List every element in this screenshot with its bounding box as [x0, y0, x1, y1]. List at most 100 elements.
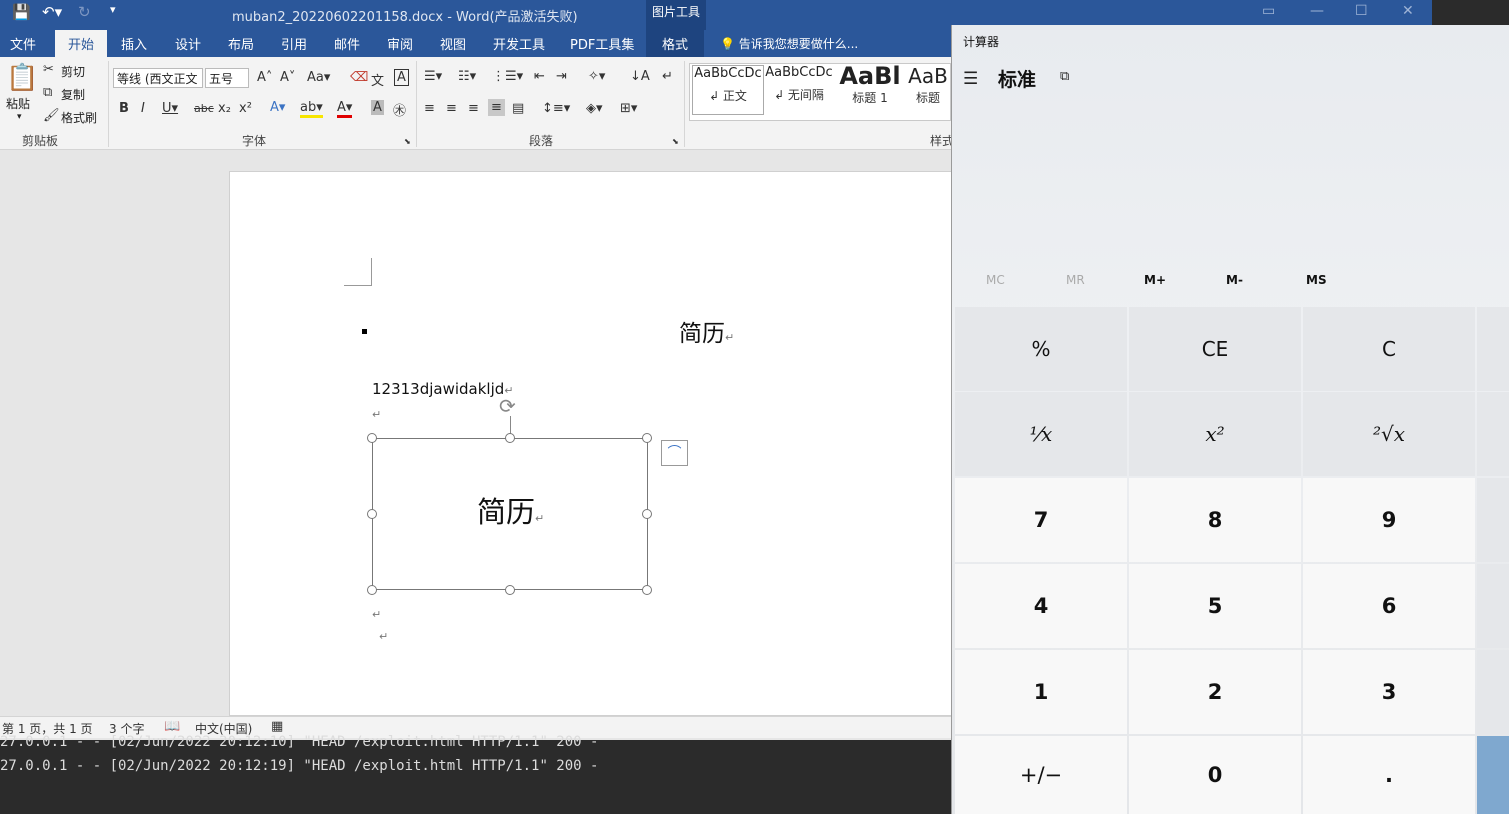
chinese-layout-icon[interactable]: ✧▾ [588, 69, 605, 84]
style-title[interactable]: AaB 标题 [905, 65, 951, 115]
tab-layout[interactable]: 布局 [228, 34, 254, 53]
equals-button[interactable] [1477, 736, 1509, 814]
divide-button[interactable] [1477, 392, 1509, 476]
tab-insert[interactable]: 插入 [121, 34, 147, 53]
customize-toolbar-icon[interactable]: ▾ [110, 3, 116, 16]
clear-entry-button[interactable]: CE [1129, 307, 1301, 391]
decimal-button[interactable]: . [1303, 736, 1475, 814]
align-center-icon[interactable]: ≡ [446, 101, 457, 116]
change-case-icon[interactable]: Aa▾ [307, 70, 330, 85]
text-effects-icon[interactable]: A▾ [270, 100, 285, 115]
memory-store-button[interactable]: MS [1306, 273, 1327, 287]
paragraph-dialog-launcher-icon[interactable]: ⬊ [672, 137, 679, 146]
resize-handle-bottom-left[interactable] [367, 585, 377, 595]
resize-handle-top[interactable] [505, 433, 515, 443]
font-name-combo[interactable]: 等线 (西文正文 [113, 68, 203, 88]
tab-developer[interactable]: 开发工具 [493, 34, 545, 53]
strikethrough-icon[interactable]: abc [194, 102, 214, 115]
align-left-icon[interactable]: ≡ [424, 101, 435, 116]
line-spacing-icon[interactable]: ↕≡▾ [542, 101, 570, 116]
enclose-characters-icon[interactable]: ㊍ [393, 100, 406, 119]
style-normal[interactable]: AaBbCcDc ↲ 正文 [692, 65, 764, 115]
layout-options-icon[interactable]: ⌒ [661, 440, 688, 466]
tab-view[interactable]: 视图 [440, 34, 466, 53]
tell-me-box[interactable]: 💡 告诉我您想要做什么... [720, 35, 858, 52]
digit-0-button[interactable]: 0 [1129, 736, 1301, 814]
text-box-content[interactable]: 简历↵ [477, 489, 544, 531]
paste-button[interactable]: 粘贴 [6, 95, 30, 112]
redo-icon[interactable]: ↻ [78, 3, 91, 21]
copy-button[interactable]: 复制 [61, 86, 85, 103]
digit-8-button[interactable]: 8 [1129, 478, 1301, 562]
tab-design[interactable]: 设计 [175, 34, 201, 53]
resize-handle-right[interactable] [642, 509, 652, 519]
tab-mailings[interactable]: 邮件 [334, 34, 360, 53]
document-line[interactable]: 12313djawidakljd↵ [372, 380, 514, 398]
clear-button[interactable]: C [1303, 307, 1475, 391]
ribbon-display-icon[interactable]: ▭ [1262, 3, 1275, 19]
bullets-icon[interactable]: ☰▾ [424, 69, 442, 84]
resize-handle-top-left[interactable] [367, 433, 377, 443]
resize-handle-top-right[interactable] [642, 433, 652, 443]
show-marks-icon[interactable]: ↵ [662, 69, 673, 84]
font-dialog-launcher-icon[interactable]: ⬊ [404, 137, 411, 146]
tab-pdf-tools[interactable]: PDF工具集 [570, 34, 634, 53]
underline-icon[interactable]: U▾ [162, 101, 178, 116]
multiply-button[interactable] [1477, 478, 1509, 562]
text-box[interactable]: 简历↵ [372, 438, 648, 590]
grow-font-icon[interactable]: A˄ [257, 70, 272, 85]
distributed-icon[interactable]: ▤ [512, 101, 524, 116]
highlight-icon[interactable]: ab▾ [300, 100, 323, 118]
keep-on-top-icon[interactable]: ⧉ [1060, 69, 1069, 84]
font-size-combo[interactable]: 五号 [205, 68, 249, 88]
menu-icon[interactable]: ☰ [963, 69, 978, 89]
style-no-spacing[interactable]: AaBbCcDc ↲ 无间隔 [763, 65, 835, 115]
paste-dropdown-icon[interactable]: ▾ [17, 112, 22, 122]
decrease-indent-icon[interactable]: ⇤ [534, 69, 545, 84]
sort-icon[interactable]: ↓A [630, 69, 650, 84]
document-page[interactable]: 简历↵ 12313djawidakljd↵ ↵ ⟳ 简历↵ ⌒ ↵ ↵ [229, 171, 989, 716]
digit-6-button[interactable]: 6 [1303, 564, 1475, 648]
digit-3-button[interactable]: 3 [1303, 650, 1475, 734]
reciprocal-button[interactable]: ¹⁄x [955, 392, 1127, 476]
resize-handle-bottom-right[interactable] [642, 585, 652, 595]
italic-icon[interactable]: I [141, 101, 145, 116]
tab-home[interactable]: 开始 [55, 30, 108, 57]
negate-button[interactable]: +/− [955, 736, 1127, 814]
digit-2-button[interactable]: 2 [1129, 650, 1301, 734]
proofing-icon[interactable]: 📖 [164, 719, 180, 734]
maximize-icon[interactable]: ☐ [1355, 3, 1368, 19]
clear-formatting-icon[interactable]: ⌫ [350, 70, 368, 85]
close-icon[interactable]: ✕ [1402, 3, 1414, 19]
rotate-handle-icon[interactable]: ⟳ [499, 394, 516, 418]
memory-add-button[interactable]: M+ [1144, 273, 1166, 287]
resize-handle-bottom[interactable] [505, 585, 515, 595]
bold-icon[interactable]: B [119, 101, 129, 116]
tab-format[interactable]: 格式 [646, 30, 705, 57]
backspace-button[interactable] [1477, 307, 1509, 391]
shading-icon[interactable]: ◈▾ [586, 101, 603, 116]
memory-recall-button[interactable]: MR [1066, 273, 1085, 287]
tab-review[interactable]: 审阅 [387, 34, 413, 53]
tab-file[interactable]: 文件 [10, 34, 36, 53]
digit-5-button[interactable]: 5 [1129, 564, 1301, 648]
undo-icon[interactable]: ↶▾ [42, 3, 62, 21]
subtract-button[interactable] [1477, 564, 1509, 648]
superscript-icon[interactable]: x² [239, 101, 252, 116]
subscript-icon[interactable]: x₂ [218, 101, 231, 116]
resize-handle-left[interactable] [367, 509, 377, 519]
align-right-icon[interactable]: ≡ [468, 101, 479, 116]
macro-record-icon[interactable]: ▦ [271, 719, 283, 734]
style-heading-1[interactable]: AaBl 标题 1 [834, 65, 906, 115]
add-button[interactable] [1477, 650, 1509, 734]
memory-clear-button[interactable]: MC [986, 273, 1005, 287]
digit-7-button[interactable]: 7 [955, 478, 1127, 562]
numbering-icon[interactable]: ☷▾ [458, 69, 476, 84]
tab-references[interactable]: 引用 [281, 34, 307, 53]
digit-1-button[interactable]: 1 [955, 650, 1127, 734]
minimize-icon[interactable]: — [1310, 3, 1324, 19]
paste-icon[interactable]: 📋 [6, 63, 38, 93]
square-button[interactable]: x² [1129, 392, 1301, 476]
format-painter-button[interactable]: 格式刷 [61, 109, 97, 126]
scissors-icon[interactable]: ✂ [43, 62, 54, 77]
